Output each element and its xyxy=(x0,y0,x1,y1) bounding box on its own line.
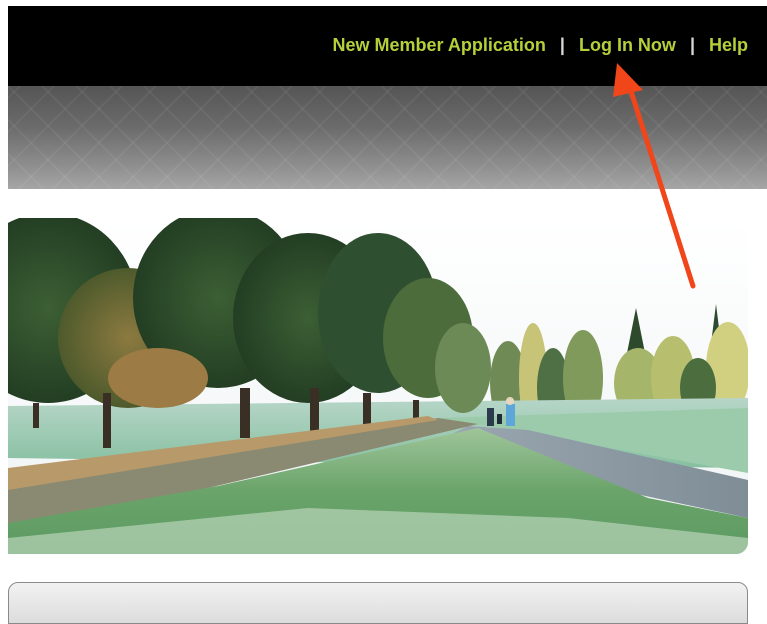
content-panel xyxy=(8,582,748,624)
header-banner xyxy=(8,86,767,189)
top-navigation-bar: New Member Application | Log In Now | He… xyxy=(8,6,767,86)
header-links: New Member Application | Log In Now | He… xyxy=(333,34,748,56)
log-in-now-link[interactable]: Log In Now xyxy=(579,34,676,56)
nav-separator: | xyxy=(559,35,565,55)
new-member-application-link[interactable]: New Member Application xyxy=(333,34,546,56)
page-margin xyxy=(0,0,8,594)
hero-image xyxy=(8,218,748,554)
nav-separator: | xyxy=(689,35,695,55)
help-link[interactable]: Help xyxy=(709,34,748,56)
golf-course-photo-icon xyxy=(8,218,748,554)
